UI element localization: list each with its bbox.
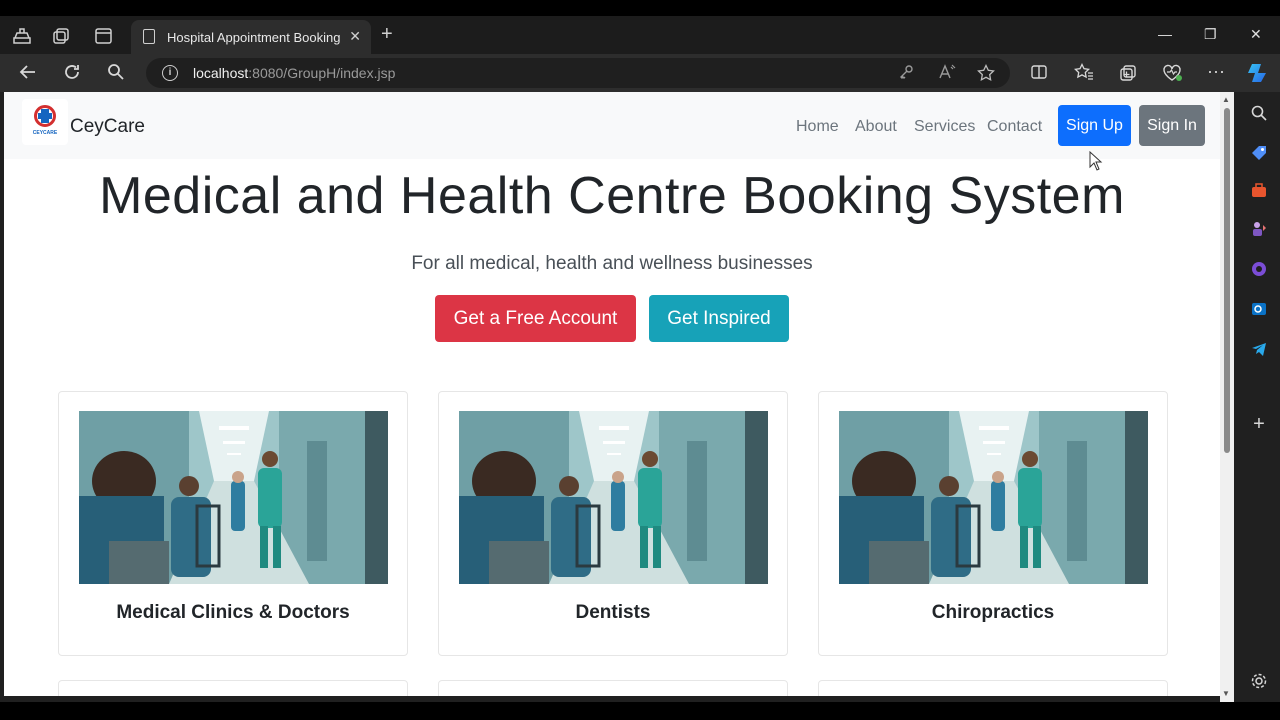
ceycare-logo[interactable]: CEYCARE: [22, 99, 68, 145]
service-card[interactable]: Medical Clinics & Doctors: [58, 391, 408, 656]
tools-icon[interactable]: [1249, 182, 1269, 202]
favorite-star-icon[interactable]: [977, 63, 995, 86]
address-bar[interactable]: i localhost:8080/GroupH/index.jsp: [146, 58, 1010, 88]
browser-window: Hospital Appointment Booking S ✕ + — ❐ ✕…: [0, 16, 1280, 702]
restore-button[interactable]: ❐: [1204, 26, 1217, 43]
browser-essentials-icon[interactable]: [1162, 63, 1184, 88]
service-card-partial[interactable]: [58, 680, 408, 696]
scroll-thumb[interactable]: [1224, 108, 1230, 453]
sidebar-settings-icon[interactable]: [1249, 672, 1269, 692]
scroll-down-icon[interactable]: ▼: [1222, 689, 1230, 698]
page-icon: [143, 29, 155, 44]
minimize-button[interactable]: —: [1158, 26, 1172, 42]
edge-sidebar: +: [1238, 92, 1280, 702]
split-screen-icon[interactable]: [1030, 63, 1048, 86]
collections-icon[interactable]: [1118, 63, 1138, 88]
nav-home[interactable]: Home: [796, 118, 839, 136]
hospital-corridor-image: [839, 411, 1148, 584]
nav-services[interactable]: Services: [914, 118, 975, 136]
page-scrollbar[interactable]: ▲ ▼: [1220, 92, 1234, 702]
sign-up-button[interactable]: Sign Up: [1058, 105, 1131, 146]
search-icon[interactable]: [106, 62, 126, 87]
card-caption: Dentists: [575, 602, 651, 623]
sidebar-search-icon[interactable]: [1249, 104, 1269, 124]
read-aloud-icon[interactable]: [938, 64, 956, 84]
favorites-icon[interactable]: [1073, 62, 1094, 86]
copilot-sidebar-icon[interactable]: [1249, 260, 1269, 280]
hospital-corridor-image: [459, 411, 768, 584]
page-viewport: CEYCARE CeyCare Home About Services Cont…: [4, 92, 1220, 696]
url-text[interactable]: localhost:8080/GroupH/index.jsp: [193, 65, 395, 81]
games-icon[interactable]: [1249, 220, 1269, 240]
scroll-up-icon[interactable]: ▲: [1222, 95, 1230, 104]
telegram-icon[interactable]: [1249, 340, 1269, 360]
back-icon[interactable]: [18, 62, 38, 87]
new-tab-button[interactable]: +: [381, 23, 393, 46]
nav-about[interactable]: About: [855, 118, 897, 136]
site-navbar: CEYCARE CeyCare Home About Services Cont…: [4, 92, 1220, 159]
add-sidebar-icon[interactable]: +: [1249, 414, 1269, 434]
service-card[interactable]: Chiropractics: [818, 391, 1168, 656]
card-caption: Chiropractics: [931, 602, 1055, 623]
refresh-icon[interactable]: [62, 62, 82, 87]
tab-close-icon[interactable]: ✕: [349, 28, 361, 45]
tab-actions-icon[interactable]: [92, 24, 116, 48]
hero-subtitle: For all medical, health and wellness bus…: [411, 253, 813, 274]
site-info-icon[interactable]: i: [162, 65, 178, 81]
logo-cross-h: [38, 113, 52, 119]
workspaces-icon[interactable]: [50, 24, 74, 48]
tab-title: Hospital Appointment Booking S: [167, 30, 343, 45]
brand-name[interactable]: CeyCare: [70, 116, 145, 138]
nav-contact[interactable]: Contact: [987, 118, 1042, 136]
logo-text: CEYCARE: [32, 130, 58, 136]
copilot-icon[interactable]: [1246, 62, 1270, 89]
shopping-icon[interactable]: [1249, 144, 1269, 164]
profile-icon[interactable]: [10, 24, 34, 48]
hero-title: Medical and Health Centre Booking System: [99, 167, 1125, 225]
tab-bar: Hospital Appointment Booking S ✕ + — ❐ ✕: [0, 16, 1280, 54]
service-card-partial[interactable]: [818, 680, 1168, 696]
password-key-icon[interactable]: [898, 64, 914, 84]
free-account-button[interactable]: Get a Free Account: [435, 295, 636, 342]
hospital-corridor-image: [79, 411, 388, 584]
card-caption: Medical Clinics & Doctors: [116, 602, 350, 623]
sign-in-button[interactable]: Sign In: [1139, 105, 1205, 146]
active-tab[interactable]: Hospital Appointment Booking S ✕: [131, 20, 371, 54]
get-inspired-button[interactable]: Get Inspired: [649, 295, 789, 342]
service-card-partial[interactable]: [438, 680, 788, 696]
close-window-button[interactable]: ✕: [1250, 26, 1262, 43]
more-icon[interactable]: ···: [1207, 61, 1225, 82]
outlook-icon[interactable]: [1249, 300, 1269, 320]
address-toolbar: i localhost:8080/GroupH/index.jsp ···: [0, 54, 1280, 92]
service-card[interactable]: Dentists: [438, 391, 788, 656]
